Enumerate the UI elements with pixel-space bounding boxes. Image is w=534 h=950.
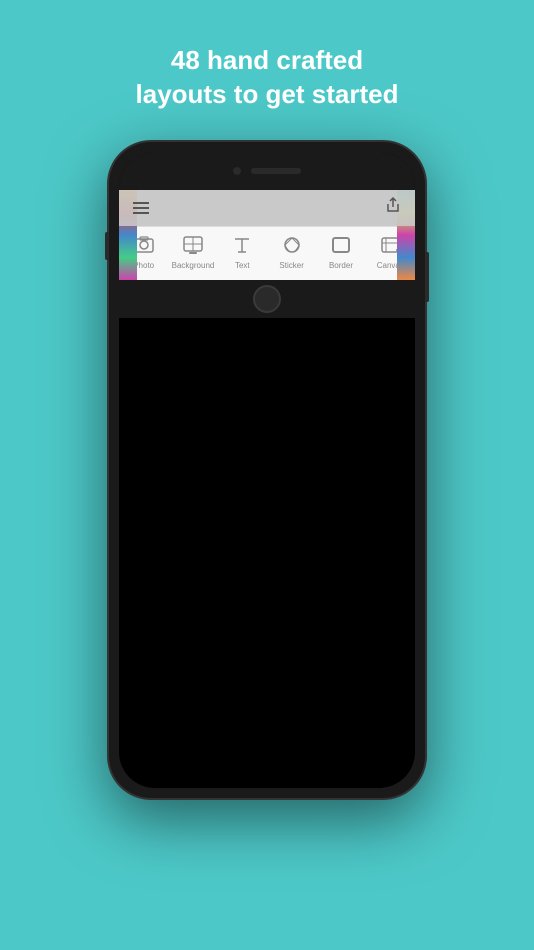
phone-screen: Choose a Layout Cancel [119, 152, 415, 788]
app-nav-bar [119, 190, 415, 226]
headline-line2: layouts to get started [136, 79, 399, 109]
headline: 48 hand crafted layouts to get started [96, 44, 439, 112]
camera-dot [233, 167, 241, 175]
menu-icon[interactable] [133, 202, 149, 214]
phone-top-bar [119, 152, 415, 190]
phone-bottom-bar [119, 280, 415, 318]
app-screen: Choose a Layout Cancel [119, 190, 415, 280]
share-icon[interactable] [385, 197, 401, 218]
headline-line1: 48 hand crafted [171, 45, 363, 75]
phone-device: Choose a Layout Cancel [107, 140, 427, 800]
home-button[interactable] [253, 285, 281, 313]
phone-speaker [251, 168, 301, 174]
